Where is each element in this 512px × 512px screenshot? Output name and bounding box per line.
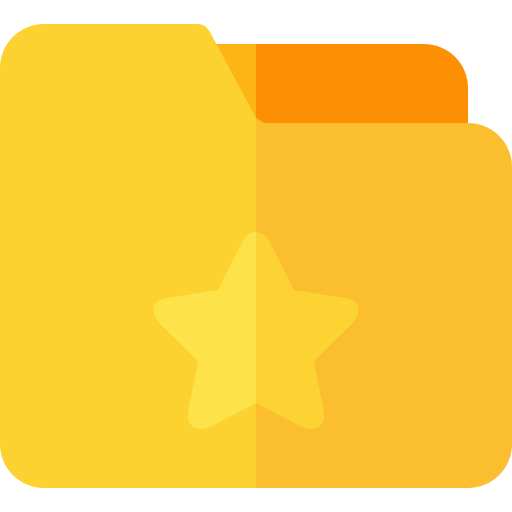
starred-folder-icon <box>0 24 512 488</box>
folder-back-right <box>256 44 468 126</box>
icon-canvas <box>0 0 512 512</box>
